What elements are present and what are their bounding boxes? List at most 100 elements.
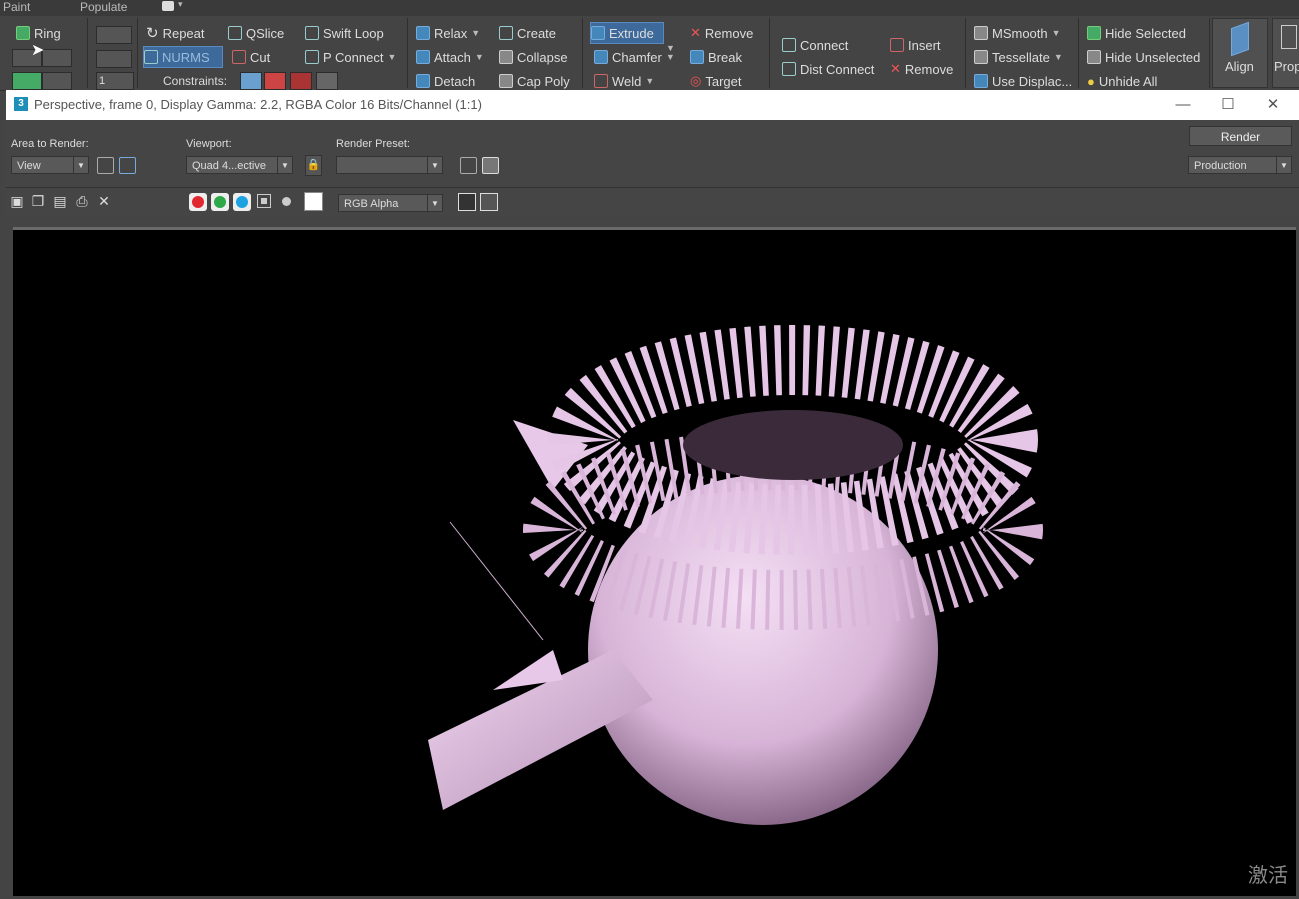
remove-vertex-button[interactable]: ✕ Remove: [690, 23, 753, 43]
chevron-down-icon[interactable]: ▼: [471, 28, 480, 38]
hide-unselected-button[interactable]: Hide Unselected: [1087, 47, 1200, 67]
attach-button[interactable]: Attach ▼: [416, 47, 484, 67]
maximize-icon[interactable]: ☐: [1217, 94, 1239, 116]
tessellate-button[interactable]: Tessellate ▼: [974, 47, 1063, 67]
nurms-label: NURMS: [162, 49, 210, 65]
insert-button[interactable]: Insert: [890, 35, 941, 55]
monochrome-icon[interactable]: [282, 197, 291, 206]
qslice-button[interactable]: QSlice: [228, 23, 284, 43]
clear-icon[interactable]: ✕: [96, 193, 112, 209]
relax-icon: [416, 26, 430, 40]
select-mode-dropdown[interactable]: [96, 26, 132, 44]
copy-icon[interactable]: ❐: [30, 193, 46, 209]
nurms-button[interactable]: NURMS: [143, 46, 223, 68]
loop-grow-button[interactable]: [12, 72, 42, 90]
ribbon-toggle-icon[interactable]: [162, 1, 174, 11]
frame-toolbar: ▣ ❐ ▤ ⎙ ✕ RGB Alpha ▼: [6, 188, 1299, 216]
repeat-button[interactable]: ↻ Repeat: [146, 23, 205, 43]
chevron-down-icon[interactable]: ▾: [178, 0, 183, 10]
use-displace-button[interactable]: Use Displac...: [974, 71, 1072, 91]
chevron-down-icon: ▼: [427, 157, 442, 173]
edit-region-icon[interactable]: [97, 157, 114, 174]
activation-watermark: 激活: [1248, 863, 1288, 887]
alpha-channel-toggle[interactable]: [257, 194, 271, 208]
auto-region-icon[interactable]: [119, 157, 136, 174]
render-mode-value: Production: [1194, 160, 1247, 172]
area-value: View: [17, 160, 41, 172]
unhide-all-button[interactable]: ● Unhide All: [1087, 71, 1157, 91]
cap-poly-label: Cap Poly: [517, 73, 570, 89]
toggle-ui-icon[interactable]: [480, 193, 498, 211]
render-mode-dropdown[interactable]: Production ▼: [1188, 156, 1292, 174]
relax-button[interactable]: Relax ▼: [416, 23, 480, 43]
tab-populate[interactable]: Populate: [80, 0, 127, 14]
use-displace-label: Use Displac...: [992, 73, 1073, 89]
break-button[interactable]: Break: [690, 47, 742, 67]
properties-button[interactable]: Prop: [1272, 18, 1299, 88]
remove-edge-button[interactable]: ✕ Remove: [890, 59, 953, 79]
viewport-value: Quad 4...ective: [192, 160, 266, 172]
extrude-icon: [591, 26, 605, 40]
constraint-face-button[interactable]: [290, 72, 312, 90]
detach-button[interactable]: Detach: [416, 71, 475, 91]
save-icon[interactable]: ▣: [9, 193, 25, 209]
cut-button[interactable]: Cut: [232, 47, 270, 67]
dist-connect-label: Dist Connect: [800, 61, 875, 77]
hide-selected-button[interactable]: Hide Selected: [1087, 23, 1186, 43]
swatch-box[interactable]: [304, 192, 323, 211]
p-connect-button[interactable]: P Connect ▼: [305, 47, 396, 67]
connect-button[interactable]: Connect: [782, 35, 848, 55]
render-controls-panel: Area to Render: View ▼ Viewport: Quad 4..…: [6, 120, 1299, 188]
insert-icon: [890, 38, 904, 52]
ribbon: Ring ➤ 1 ↻ Repeat QSlice Swift Loop NURMS…: [0, 16, 1299, 91]
lock-icon[interactable]: 🔒: [305, 155, 322, 176]
collapse-icon: [499, 50, 513, 64]
constraint-normal-button[interactable]: [316, 72, 338, 90]
chevron-down-icon[interactable]: ▼: [1054, 52, 1063, 62]
tab-paint[interactable]: Paint: [3, 0, 30, 14]
extrude-button[interactable]: Extrude: [590, 22, 664, 44]
paint-select-button[interactable]: [96, 50, 132, 68]
display-channel-dropdown[interactable]: RGB Alpha ▼: [338, 194, 443, 212]
remove-label: Remove: [704, 25, 754, 41]
chevron-down-icon[interactable]: ▼: [475, 52, 484, 62]
green-channel-toggle[interactable]: [211, 193, 229, 211]
align-button[interactable]: Align: [1212, 18, 1268, 88]
blue-channel-toggle[interactable]: [233, 193, 251, 211]
viewport-dropdown[interactable]: Quad 4...ective ▼: [186, 156, 293, 174]
chevron-down-icon[interactable]: ▼: [1052, 28, 1061, 38]
chevron-down-icon: ▼: [73, 157, 88, 173]
target-button[interactable]: ◎ Target: [690, 71, 741, 91]
cap-poly-button[interactable]: Cap Poly: [499, 71, 570, 91]
chamfer-button[interactable]: Chamfer ▼: [594, 47, 675, 67]
chevron-down-icon[interactable]: ▼: [666, 52, 675, 62]
minimize-icon[interactable]: —: [1172, 94, 1194, 116]
render-button[interactable]: Render: [1189, 126, 1292, 146]
msmooth-button[interactable]: MSmooth ▼: [974, 23, 1061, 43]
constraint-edge-button[interactable]: [264, 72, 286, 90]
display-frame-icon[interactable]: [458, 193, 476, 211]
swift-loop-button[interactable]: Swift Loop: [305, 23, 384, 43]
chevron-down-icon[interactable]: ▼: [387, 52, 396, 62]
level-spinner[interactable]: 1: [96, 72, 134, 90]
create-button[interactable]: Create: [499, 23, 556, 43]
shrink-button[interactable]: [42, 49, 72, 67]
loop-shrink-button[interactable]: [42, 72, 72, 90]
constraint-none-button[interactable]: [240, 72, 262, 90]
red-dot-icon: [192, 196, 204, 208]
target-label: Target: [705, 73, 742, 89]
weld-button[interactable]: Weld ▼: [594, 71, 654, 91]
render-preset-dropdown[interactable]: ▼: [336, 156, 443, 174]
collapse-button[interactable]: Collapse: [499, 47, 568, 67]
chamfer-icon: [594, 50, 608, 64]
red-channel-toggle[interactable]: [189, 193, 207, 211]
close-icon[interactable]: ✕: [1262, 94, 1284, 116]
chevron-down-icon[interactable]: ▼: [645, 76, 654, 86]
dist-connect-button[interactable]: Dist Connect: [782, 59, 874, 79]
render-setup-icon[interactable]: [460, 157, 477, 174]
clone-icon[interactable]: ▤: [52, 193, 68, 209]
environment-icon[interactable]: [482, 157, 499, 174]
print-icon[interactable]: ⎙: [74, 193, 90, 209]
relax-label: Relax: [434, 25, 468, 41]
area-to-render-dropdown[interactable]: View ▼: [11, 156, 89, 174]
